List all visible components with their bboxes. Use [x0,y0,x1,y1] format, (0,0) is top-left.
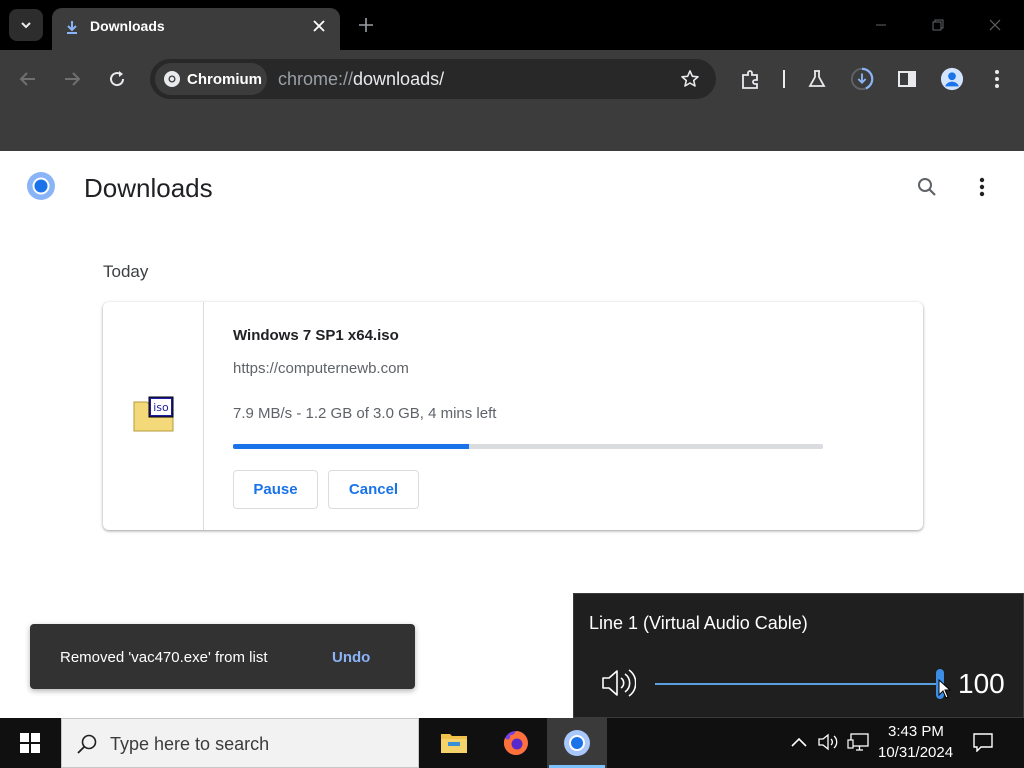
pause-button[interactable]: Pause [233,470,318,509]
clock-date[interactable]: 10/31/2024 [878,744,953,761]
extensions-button[interactable] [739,67,763,91]
minimize-button[interactable] [870,14,892,36]
site-chip-label: Chromium [187,70,262,88]
volume-flyout: Line 1 (Virtual Audio Cable) 100 [573,593,1024,718]
plus-icon [359,18,373,32]
restore-icon [932,19,944,31]
flask-icon [808,70,826,87]
taskbar-chromium[interactable] [547,718,607,768]
download-filename[interactable]: Windows 7 SP1 x64.iso [233,327,399,344]
date-section-label: Today [103,262,149,281]
back-button[interactable] [16,67,40,91]
url-text: chrome://downloads/ [278,69,445,89]
download-status: 7.9 MB/s - 1.2 GB of 3.0 GB, 4 mins left [233,405,497,422]
labs-button[interactable] [805,67,829,91]
taskbar-firefox[interactable] [486,718,546,768]
download-progress-icon [850,67,874,91]
taskbar-search-placeholder: Type here to search [110,734,270,754]
profile-button[interactable] [940,67,964,91]
undo-button[interactable]: Undo [332,649,370,666]
tab-strip: Downloads [0,0,1024,50]
chevron-up-icon [791,737,807,747]
tray-network-button[interactable] [847,731,869,753]
bookmarks-bar [0,108,1024,151]
show-hidden-icons-button[interactable] [788,731,810,753]
arrow-right-icon [65,72,81,86]
chevron-down-icon [21,22,31,29]
snackbar-message: Removed 'vac470.exe' from list [60,649,268,666]
action-center-button[interactable] [972,731,994,753]
side-panel-icon [898,71,916,87]
site-info-chip[interactable]: Chromium [155,63,267,95]
chromium-logo-icon [164,71,180,87]
iso-file-icon[interactable]: iso [133,396,175,432]
tab-downloads[interactable]: Downloads [52,8,340,50]
file-explorer-icon [441,734,467,753]
taskbar-search-box[interactable]: Type here to search [61,718,419,768]
tab-title: Downloads [90,18,165,34]
tab-search-button[interactable] [9,9,43,41]
firefox-icon [503,731,528,755]
bookmark-star-icon[interactable] [680,69,700,89]
reload-button[interactable] [105,67,129,91]
toolbar-divider [783,70,785,88]
address-bar[interactable]: Chromium chrome://downloads/ [150,59,716,99]
close-window-button[interactable] [984,14,1006,36]
minimize-icon [876,24,886,26]
cancel-button[interactable]: Cancel [328,470,419,509]
mouse-cursor-icon [938,679,952,699]
search-icon[interactable] [915,175,939,199]
download-icon [67,21,77,34]
download-progress-bar [233,444,823,449]
network-icon [847,733,869,751]
search-icon [77,734,97,754]
new-tab-button[interactable] [356,15,376,35]
more-vert-icon [995,70,999,88]
close-tab-button[interactable] [310,17,328,35]
volume-slider-track[interactable] [655,683,940,685]
volume-level: 100 [958,668,1005,699]
download-progress-fill [233,444,469,449]
chromium-logo-icon [27,172,55,200]
browser-menu-button[interactable] [985,67,1009,91]
notification-icon [973,733,993,752]
arrow-left-icon [19,72,35,86]
avatar-icon [940,67,964,91]
side-panel-button[interactable] [895,67,919,91]
start-button[interactable] [0,718,60,768]
browser-toolbar: Chromium chrome://downloads/ [0,50,1024,108]
snackbar: Removed 'vac470.exe' from list Undo [30,624,415,689]
clock-time[interactable]: 3:43 PM [888,723,944,740]
download-source-url[interactable]: https://computernewb.com [233,360,409,377]
close-icon [313,20,325,32]
restore-button[interactable] [927,14,949,36]
file-icon-column: iso [103,302,204,530]
tray-volume-button[interactable] [817,731,839,753]
taskbar-file-explorer[interactable] [424,718,484,768]
more-vert-icon[interactable] [972,175,992,199]
windows-logo-icon [20,733,40,753]
puzzle-icon [742,70,758,89]
speaker-icon [818,733,838,751]
reload-icon [110,71,125,87]
file-icon-label: iso [153,401,169,414]
speaker-icon[interactable] [600,668,636,698]
taskbar: Type here to search 3:43 PM 10/31/2024 [0,718,1024,768]
close-icon [989,19,1001,31]
page-title: Downloads [84,173,213,203]
downloads-button[interactable] [850,67,874,91]
forward-button[interactable] [60,67,84,91]
chromium-icon [564,730,590,756]
audio-device-name[interactable]: Line 1 (Virtual Audio Cable) [589,613,808,634]
download-item: iso Windows 7 SP1 x64.iso https://comput… [103,302,923,530]
